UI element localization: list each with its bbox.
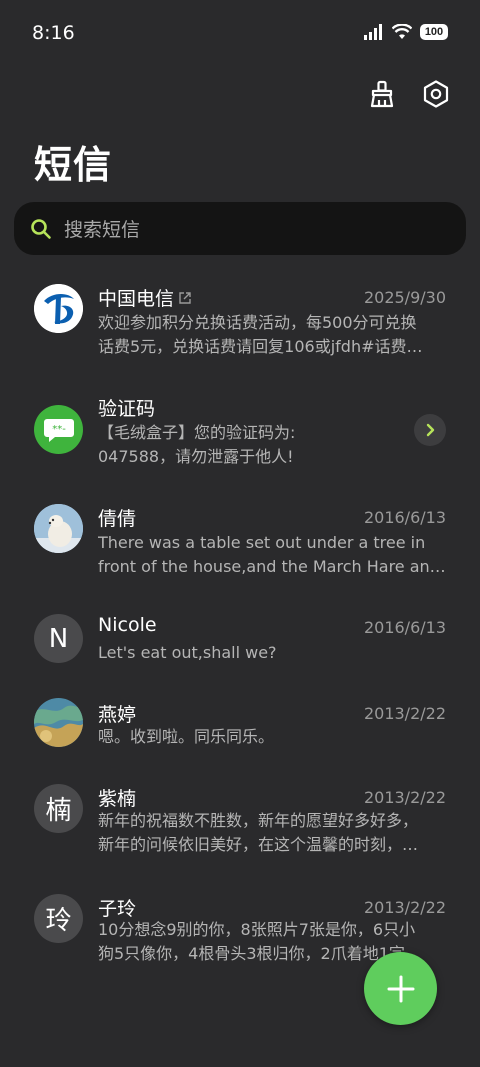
broom-icon <box>370 80 394 108</box>
contact-name: 倩倩 <box>98 508 137 530</box>
conversation-item[interactable]: N Nicole 2016/6/13 Let's eat out,shall w… <box>0 614 480 670</box>
svg-text:**-: **- <box>52 424 66 435</box>
message-preview-line2: 047588，请勿泄露于他人! <box>98 447 294 466</box>
message-preview-line1: 嗯。收到啦。同乐同乐。 <box>98 727 275 746</box>
conversation-item[interactable]: 燕婷 2013/2/22 嗯。收到啦。同乐同乐。 <box>0 698 480 756</box>
message-preview-line2: front of the house,and the March Hare an… <box>98 557 446 576</box>
conversation-item[interactable]: 中国电信 2025/9/30 欢迎参加积分兑换话费活动，每500分可兑换 话费5… <box>0 284 480 376</box>
signal-icon <box>364 24 382 40</box>
contact-name: 紫楠 <box>98 788 137 810</box>
message-preview-line1: Let's eat out,shall we? <box>98 643 277 662</box>
message-date: 2016/6/13 <box>363 618 446 637</box>
polar-bear-photo <box>34 504 83 553</box>
settings-hexagon-icon <box>423 80 449 108</box>
chat-bubble-icon: **- <box>43 418 74 442</box>
open-conversation-button[interactable] <box>414 414 446 446</box>
message-date: 2013/2/22 <box>363 704 446 723</box>
message-date: 2013/2/22 <box>363 788 446 807</box>
landscape-photo <box>34 698 83 747</box>
search-icon <box>31 218 51 239</box>
page-title: 短信 <box>34 143 113 187</box>
contact-name: 验证码 <box>98 398 156 420</box>
search-placeholder: 搜索短信 <box>64 219 141 241</box>
message-date: 2016/6/13 <box>363 508 446 527</box>
message-preview-line1: 欢迎参加积分兑换话费活动，每500分可兑换 <box>98 313 417 332</box>
status-icons: 100 <box>364 24 448 40</box>
message-date: 2025/9/30 <box>363 288 446 307</box>
conversation-item[interactable]: **- 验证码 【毛绒盒子】您的验证码为: 047588，请勿泄露于他人! <box>0 394 480 474</box>
avatar-china-telecom <box>34 284 83 333</box>
status-time: 8:16 <box>32 22 75 44</box>
chevron-right-icon <box>426 423 435 437</box>
conversation-item[interactable]: 楠 紫楠 2013/2/22 新年的祝福数不胜数，新年的愿望好多好多， 新年的问… <box>0 784 480 864</box>
contact-name: 燕婷 <box>98 704 137 726</box>
avatar-initial: N <box>34 614 83 663</box>
china-telecom-logo <box>34 284 83 333</box>
avatar-photo-polar-bear <box>34 504 83 553</box>
external-link-icon <box>179 291 191 304</box>
status-bar: 8:16 100 <box>0 0 480 68</box>
message-preview-line2: 新年的问候依旧美好，在这个温馨的时刻，… <box>98 835 419 854</box>
settings-button[interactable] <box>420 78 452 110</box>
plus-icon <box>387 975 414 1002</box>
message-preview-line1: 10分想念9别的你，8张照片7张是你，6只小 <box>98 920 416 939</box>
contact-name: Nicole <box>98 614 157 636</box>
top-actions <box>366 78 452 110</box>
contact-name: 中国电信 <box>98 284 192 311</box>
message-preview-line1: 新年的祝福数不胜数，新年的愿望好多好多， <box>98 811 419 830</box>
clean-button[interactable] <box>366 78 398 110</box>
avatar-initial: 玲 <box>34 894 83 943</box>
search-bar[interactable]: 搜索短信 <box>14 202 466 255</box>
message-preview-line2: 话费5元，兑换话费请回复106或jfdh#话费… <box>98 337 423 356</box>
conversation-item[interactable]: 倩倩 2016/6/13 There was a table set out u… <box>0 504 480 584</box>
message-preview-line1: There was a table set out under a tree i… <box>98 533 426 552</box>
messages-screen: 8:16 100 短信 搜索短信 中国电信 2025/9/30 欢迎参加积分兑换… <box>0 0 480 1067</box>
battery-icon: 100 <box>420 24 448 40</box>
wifi-icon <box>392 24 412 39</box>
avatar-sms-code: **- <box>34 405 83 454</box>
contact-name: 子玲 <box>98 898 137 920</box>
avatar-photo-landscape <box>34 698 83 747</box>
avatar-initial: 楠 <box>34 784 83 833</box>
message-preview-line1: 【毛绒盒子】您的验证码为: <box>98 423 296 442</box>
message-date: 2013/2/22 <box>363 898 446 917</box>
new-message-button[interactable] <box>364 952 437 1025</box>
